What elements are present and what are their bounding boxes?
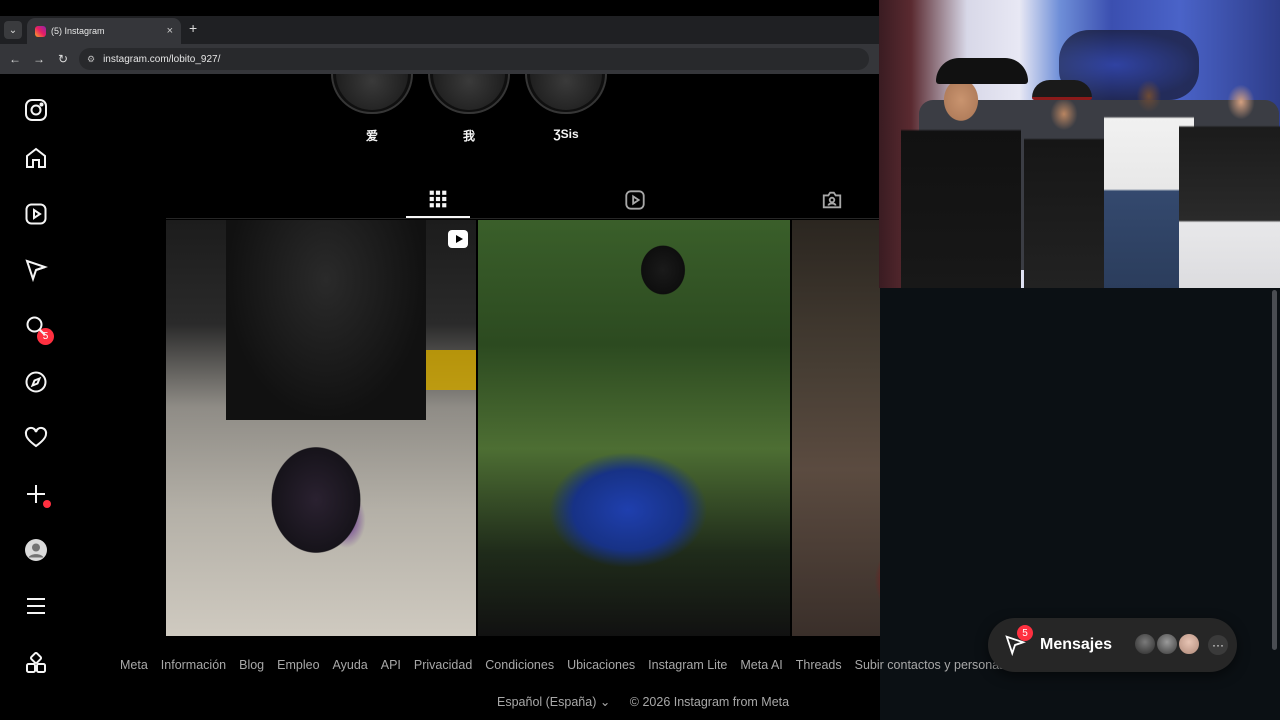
footer-link[interactable]: API: [381, 658, 401, 672]
footer-link[interactable]: Privacidad: [414, 658, 472, 672]
footer-link[interactable]: Meta AI: [740, 658, 782, 672]
cap: [936, 58, 1028, 84]
footer-link[interactable]: Subir contactos y personas: [855, 658, 1006, 672]
cap: [1032, 80, 1092, 100]
footer-links: Meta Información Blog Empleo Ayuda API P…: [120, 658, 1018, 672]
person: [1179, 62, 1280, 288]
footer-link[interactable]: Ayuda: [333, 658, 368, 672]
url-field[interactable]: ⚙ instagram.com/lobito_927/: [79, 48, 869, 70]
site-info-icon[interactable]: ⚙: [87, 54, 95, 65]
profile-tabs: [166, 174, 880, 219]
browser-tab-bar: ⌄ (5) Instagram × +: [0, 0, 880, 44]
messages-send-icon: 5: [1004, 625, 1033, 657]
reel-play-icon: [448, 230, 468, 248]
footer-bottom: Español (España) ⌄ © 2026 Instagram from…: [497, 694, 805, 709]
story-highlight-label: 我: [462, 129, 475, 143]
tab-close-icon[interactable]: ×: [167, 25, 173, 37]
home-icon[interactable]: [24, 146, 48, 170]
recent-chat-avatars: [1133, 632, 1201, 656]
reload-icon[interactable]: ↻: [51, 52, 75, 66]
tab-title: (5) Instagram: [51, 26, 105, 36]
messages-icon[interactable]: [24, 258, 48, 282]
footer-link[interactable]: Meta: [120, 658, 148, 672]
instagram-sidebar: 5: [0, 74, 72, 720]
messages-pill[interactable]: 5 Mensajes ···: [988, 618, 1237, 672]
story-highlight[interactable]: ƷSis: [525, 74, 607, 141]
profile-main: 爱 我 ƷSis: [72, 74, 1104, 720]
footer-link[interactable]: Empleo: [277, 658, 319, 672]
copyright: © 2026 Instagram from Meta: [629, 695, 790, 709]
footer-link[interactable]: Condiciones: [485, 658, 554, 672]
footer-link[interactable]: Threads: [796, 658, 842, 672]
url-text: instagram.com/lobito_927/: [103, 53, 221, 65]
post-thumbnail[interactable]: [478, 220, 790, 636]
page-scrollbar[interactable]: [1272, 290, 1277, 650]
notifications-heart-icon[interactable]: [24, 426, 48, 450]
story-highlight-cover: [428, 74, 510, 114]
story-highlight[interactable]: 我: [428, 74, 510, 144]
story-highlight-label: ƷSis: [553, 127, 579, 141]
search-icon[interactable]: [24, 314, 48, 338]
avatar: [1155, 632, 1179, 656]
create-plus-icon[interactable]: [24, 482, 48, 506]
messages-pill-badge: 5: [1017, 625, 1033, 641]
avatar: [1177, 632, 1201, 656]
webcam-overlay: [879, 0, 1280, 288]
explore-compass-icon[interactable]: [24, 370, 48, 394]
tab-tagged[interactable]: [800, 182, 864, 218]
reels-icon[interactable]: [24, 202, 48, 226]
grid-icon: [429, 190, 447, 208]
tab-search-dropdown-icon[interactable]: ⌄: [4, 21, 22, 39]
also-from-meta-icon[interactable]: [24, 651, 48, 675]
tab-posts-grid[interactable]: [406, 182, 470, 218]
messages-pill-label: Mensajes: [1040, 636, 1113, 653]
footer-link[interactable]: Instagram Lite: [648, 658, 727, 672]
footer-link[interactable]: Blog: [239, 658, 264, 672]
footer-link[interactable]: Ubicaciones: [567, 658, 635, 672]
reels-tab-icon: [625, 190, 645, 210]
profile-avatar-icon[interactable]: [24, 538, 48, 562]
tabbar-top-edge: [0, 0, 880, 16]
forward-arrow-icon[interactable]: →: [27, 52, 51, 66]
person: [1024, 88, 1104, 288]
language-select[interactable]: Español (España) ⌄: [497, 695, 610, 709]
new-tab-button[interactable]: +: [189, 20, 197, 36]
person: [901, 60, 1021, 288]
menu-hamburger-icon[interactable]: [24, 594, 48, 618]
footer-link[interactable]: Información: [161, 658, 226, 672]
tagged-icon: [822, 191, 842, 209]
story-highlight-cover: [525, 74, 607, 114]
browser-address-bar: ← → ↻ ⚙ instagram.com/lobito_927/: [0, 44, 880, 74]
story-highlight[interactable]: 爱: [331, 74, 413, 144]
screen: ⌄ (5) Instagram × + ← → ↻ ⚙ instagram.co…: [0, 0, 1280, 720]
story-highlight-label: 爱: [365, 129, 378, 143]
browser-tab-instagram[interactable]: (5) Instagram ×: [27, 18, 181, 44]
more-options-icon[interactable]: ···: [1208, 635, 1228, 655]
back-arrow-icon[interactable]: ←: [3, 52, 27, 66]
avatar: [1133, 632, 1157, 656]
story-highlight-cover: [331, 74, 413, 114]
instagram-logo-icon[interactable]: [24, 98, 48, 122]
instagram-favicon-icon: [35, 25, 46, 37]
post-thumbnail[interactable]: [166, 220, 476, 636]
tab-reels[interactable]: [603, 182, 667, 218]
